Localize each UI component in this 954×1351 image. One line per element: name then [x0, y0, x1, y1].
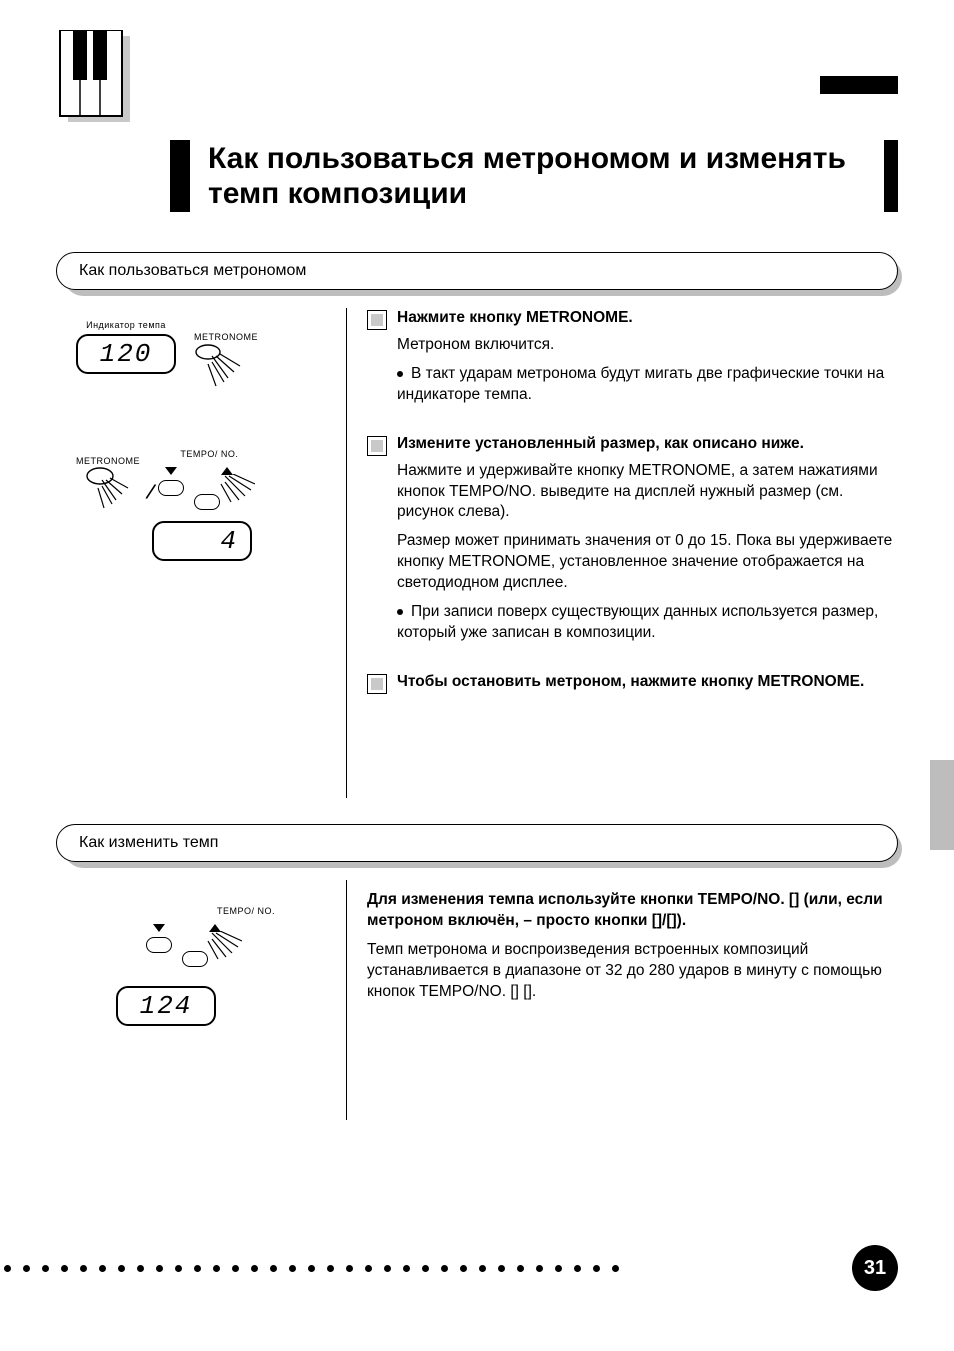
piano-keys-icon	[56, 30, 136, 130]
page-title: Как пользоваться метрономом и изменять т…	[208, 140, 870, 211]
page-heading: Как пользоваться метрономом и изменять т…	[170, 140, 898, 212]
step2-para1: Нажмите и удерживайте кнопку METRONOME, …	[397, 461, 898, 524]
step1-para1: Метроном включится.	[397, 335, 898, 356]
thumb-tab	[930, 760, 954, 850]
lcd-display: 124	[116, 986, 216, 1026]
footer-dots	[0, 1263, 620, 1273]
sec2-step1-title: Для изменения темпа используйте кнопки T…	[367, 890, 898, 932]
step2-para2: Размер может принимать значения от 0 до …	[397, 531, 898, 594]
step-marker-icon	[367, 436, 387, 456]
section-tempo-header: Как изменить темп	[56, 824, 898, 862]
page-number: 31	[852, 1245, 898, 1291]
lcd-display: 120	[76, 334, 176, 374]
section2-left-figures: TEMPO/ NO.	[56, 880, 346, 1120]
step3-title: Чтобы остановить метроном, нажмите кнопк…	[397, 672, 898, 693]
step1-title: Нажмите кнопку METRONOME.	[397, 308, 898, 329]
press-button-hand-icon	[219, 474, 255, 504]
section-metronome-header: Как пользоваться метрономом	[56, 252, 898, 290]
lcd-display: 4	[152, 521, 252, 561]
top-right-bar	[820, 76, 898, 94]
step2-note: При записи поверх существующих данных ис…	[397, 603, 878, 641]
step2-title: Измените установленный размер, как описа…	[397, 434, 898, 455]
press-button-hand-icon	[206, 931, 242, 961]
step1-para2: В такт ударам метронома будут мигать две…	[397, 365, 884, 403]
step-marker-icon	[367, 674, 387, 694]
press-button-hand-icon	[86, 466, 130, 510]
step-marker-icon	[367, 310, 387, 330]
press-button-hand-icon	[194, 342, 244, 392]
section1-left-figures: Индикатор темпа 120 METRONOME	[56, 308, 346, 798]
sec2-step1-para: Темп метронома и воспроизведения встроен…	[367, 940, 898, 1003]
